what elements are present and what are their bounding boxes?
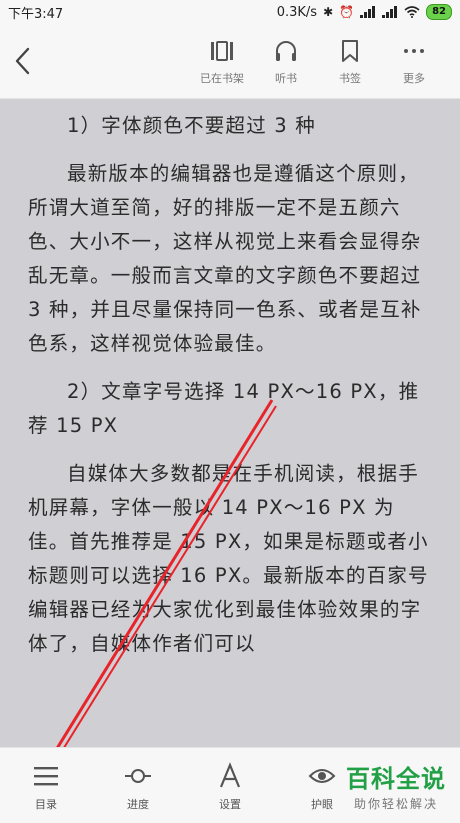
more-label: 更多	[403, 72, 425, 85]
status-indicators: 0.3K/s ✱ ⏰ 82	[277, 4, 452, 20]
progress-icon	[125, 769, 151, 783]
body-paragraph: 最新版本的编辑器也是遵循这个原则，所谓大道至简，好的排版一定不是五颜六色、大小不…	[28, 162, 422, 355]
catalog-label: 目录	[35, 798, 57, 811]
chevron-left-icon[interactable]	[12, 46, 34, 76]
battery-indicator: 82	[426, 4, 452, 20]
alarm-icon: ⏰	[339, 5, 355, 19]
body-paragraph: 自媒体大多数都是在手机阅读，根据手机屏幕，字体一般以 14 PX～16 PX 为…	[28, 462, 429, 655]
more-button[interactable]: 更多	[382, 38, 446, 86]
bookshelf-button[interactable]: 已在书架	[190, 38, 254, 86]
net-speed: 0.3K/s	[276, 4, 318, 20]
status-time: 下午3:47	[8, 6, 64, 22]
bookshelf-label: 已在书架	[200, 72, 244, 85]
wifi-icon	[404, 6, 420, 18]
catalog-button[interactable]: 目录	[0, 748, 92, 823]
reader-content[interactable]: 1）字体颜色不要超过 3 种 最新版本的编辑器也是遵循这个原则，所谓大道至简，好…	[0, 99, 460, 747]
watermark-title: 百科全说	[346, 764, 446, 793]
menu-icon	[34, 767, 58, 786]
listen-button[interactable]: 听书	[254, 38, 318, 86]
status-bar: 下午3:47 0.3K/s ✱ ⏰ 82	[0, 0, 460, 24]
bookmark-button[interactable]: 书签	[318, 38, 382, 86]
watermark: 百科全说 助你轻松解决	[336, 760, 456, 816]
progress-label: 进度	[127, 798, 149, 811]
bluetooth-icon: ✱	[323, 5, 334, 19]
toolbar-actions: 已在书架 听书 书签 更多	[190, 38, 446, 86]
section-heading: 1）字体颜色不要超过 3 种	[67, 114, 317, 137]
progress-button[interactable]: 进度	[92, 748, 184, 823]
bookshelf-icon	[211, 41, 233, 61]
eye-icon	[308, 769, 336, 783]
signal-icon	[382, 6, 398, 18]
eye-care-label: 护眼	[311, 798, 333, 811]
settings-button[interactable]: 设置	[184, 748, 276, 823]
section-heading: 2）文章字号选择 14 PX～16 PX，推荐 15 PX	[28, 380, 420, 437]
settings-label: 设置	[219, 798, 241, 811]
bookmark-icon	[342, 40, 358, 62]
font-settings-icon	[219, 762, 241, 788]
signal-icon	[360, 6, 376, 18]
watermark-subtitle: 助你轻松解决	[353, 796, 438, 811]
reader-toolbar: 已在书架 听书 书签 更多	[0, 24, 460, 99]
more-icon	[404, 49, 424, 53]
headphones-icon	[276, 41, 296, 61]
listen-label: 听书	[275, 72, 297, 85]
bookmark-label: 书签	[339, 72, 361, 85]
